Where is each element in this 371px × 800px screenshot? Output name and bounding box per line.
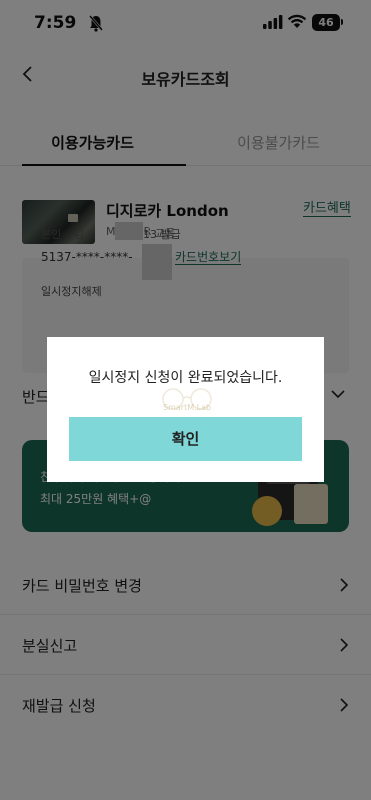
alert-dialog: 일시정지 신청이 완료되었습니다. SmartM.Lab 확인 bbox=[47, 337, 324, 482]
confirm-button[interactable]: 확인 bbox=[69, 417, 302, 461]
dialog-message: 일시정지 신청이 완료되었습니다. bbox=[88, 370, 283, 386]
watermark-text: SmartM.Lab bbox=[163, 403, 212, 412]
